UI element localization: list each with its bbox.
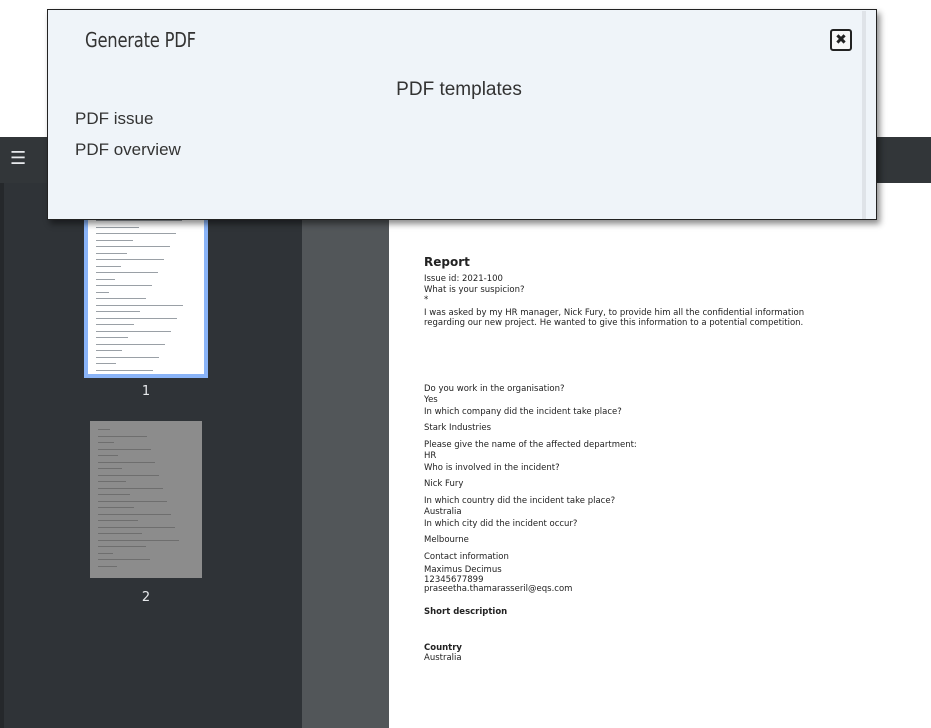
dialog-title: Generate PDF — [85, 28, 196, 52]
doc-line: praseetha.thamarasseril@eqs.com — [424, 584, 573, 594]
thumbnail-text-line — [96, 252, 127, 254]
thumbnail-text-line — [96, 220, 182, 221]
thumbnail-text-line — [96, 291, 109, 293]
thumbnail-text-line — [98, 507, 134, 508]
doc-line: Issue id: 2021-100 — [424, 274, 503, 284]
doc-line: Australia — [424, 652, 462, 663]
thumbnail-text-line — [98, 442, 114, 443]
thumbnail-text-line — [98, 513, 171, 515]
doc-line: Stark Industries — [424, 423, 492, 433]
thumbnail-text-line — [96, 226, 139, 228]
doc-line: Do you work in the organisation? — [424, 383, 565, 394]
thumbnail-text-line — [96, 304, 183, 306]
thumbnail-text-line — [98, 494, 130, 495]
thumbnail-text-line — [98, 559, 150, 560]
doc-line: I was asked by my HR manager, Nick Fury,… — [424, 307, 805, 318]
thumbnail-text-line — [98, 468, 122, 469]
thumbnail-text-line — [98, 552, 113, 554]
report-content: Report Issue id: 2021-100 What is your s… — [424, 255, 924, 663]
thumbnail-text-line — [96, 272, 158, 273]
thumbnail-text-line — [98, 461, 155, 463]
thumbnail-text-line — [98, 520, 138, 521]
dialog-scrollbar[interactable] — [862, 11, 866, 219]
thumbnail-text-line — [96, 285, 152, 286]
pdf-page: Report Issue id: 2021-100 What is your s… — [389, 183, 931, 728]
thumbnail-text-line — [96, 369, 153, 371]
doc-line: HR — [424, 451, 437, 461]
doc-heading: Short description — [424, 606, 508, 617]
thumbnail-text-line — [98, 539, 179, 541]
thumbnail-text-line — [96, 317, 177, 319]
report-title: Report — [424, 255, 470, 269]
thumbnail-text-line — [96, 278, 115, 280]
thumbnail-text-line — [96, 363, 116, 364]
doc-line: Contact information — [424, 551, 509, 562]
thumbnail-number: 1 — [141, 384, 151, 399]
thumbnail-text-line — [98, 526, 175, 528]
thumbnail-text-line — [98, 500, 167, 502]
doc-line: Nick Fury — [424, 479, 464, 489]
thumbnail-text-line — [96, 356, 159, 358]
thumbnail-text-line — [98, 546, 146, 547]
thumbnail-text-line — [96, 350, 122, 351]
page-thumbnail-1[interactable] — [84, 195, 208, 378]
thumbnail-text-line — [98, 487, 163, 489]
doc-line: Melbourne — [424, 535, 469, 545]
doc-line: Yes — [424, 395, 438, 405]
thumbnail-text-line — [98, 533, 142, 534]
thumbnail-text-line — [96, 246, 170, 247]
doc-line: In which country did the incident take p… — [424, 495, 616, 506]
doc-line: Australia — [424, 507, 462, 517]
thumbnail-text-line — [98, 565, 117, 567]
thumbnail-text-line — [98, 435, 147, 437]
doc-line: What is your suspicion? — [424, 284, 525, 295]
doc-line: * — [424, 295, 429, 305]
thumbnail-text-line — [98, 448, 151, 450]
page-thumbnail-2[interactable] — [90, 421, 202, 578]
thumbnail-text-line — [98, 455, 118, 456]
thumbnail-text-line — [96, 239, 133, 241]
close-icon[interactable]: ✖ — [830, 29, 852, 51]
doc-line: Please give the name of the affected dep… — [424, 439, 637, 450]
thumbnail-text-line — [98, 481, 126, 482]
thumbnail-number: 2 — [141, 590, 151, 605]
pdf-templates-heading: PDF templates — [396, 79, 522, 100]
doc-line: Who is involved in the incident? — [424, 462, 560, 473]
thumbnail-text-line — [96, 298, 146, 299]
thumbnail-text-line — [96, 259, 164, 260]
thumbnail-text-line — [96, 324, 134, 325]
hamburger-menu-icon[interactable]: ☰ — [10, 149, 32, 169]
doc-line: In which company did the incident take p… — [424, 406, 622, 417]
thumbnail-text-line — [96, 311, 140, 312]
thumbnail-text-line — [96, 233, 176, 234]
thumbnail-text-line — [98, 474, 159, 476]
generate-pdf-dialog: Generate PDF ✖ PDF templates PDF issue P… — [47, 9, 877, 220]
sidebar-edge — [0, 183, 4, 728]
thumbnail-text-line — [96, 265, 121, 267]
thumbnail-text-line — [96, 343, 165, 345]
template-pdf-overview[interactable]: PDF overview — [75, 140, 181, 160]
thumbnail-text-line — [96, 337, 128, 338]
thumbnail-text-line — [96, 330, 171, 332]
template-pdf-issue[interactable]: PDF issue — [75, 109, 153, 129]
doc-line: regarding our new project. He wanted to … — [424, 318, 804, 328]
thumbnail-text-line — [98, 429, 110, 430]
doc-line: In which city did the incident occur? — [424, 518, 578, 529]
